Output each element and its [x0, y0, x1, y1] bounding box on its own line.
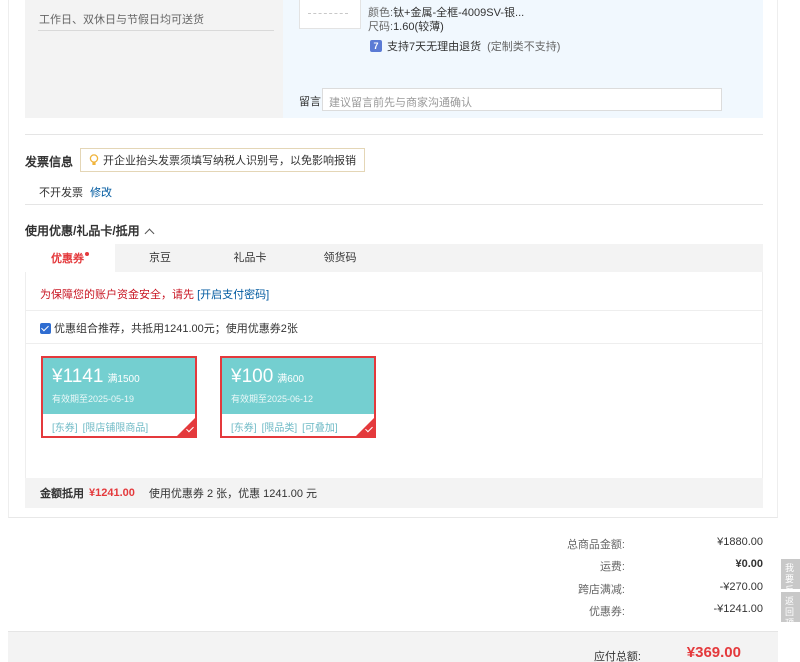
security-warning: 为保障您的账户资金安全，请先 [开启支付密码] [40, 286, 269, 302]
coupon-tags: [东券] [限品类] [可叠加] [222, 414, 374, 434]
return-policy-text: 支持7天无理由退货 [387, 41, 482, 53]
size-label: 尺码: [368, 21, 394, 33]
invoice-section-title: 发票信息 [25, 155, 74, 169]
coupon-condition: 满600 [277, 374, 304, 385]
size-value: 1.60(较薄) [393, 21, 444, 33]
total-label: 跨店满减: [577, 584, 625, 596]
back-to-top-button[interactable]: 返回顶部 [781, 592, 800, 622]
security-warning-text: 为保障您的账户资金安全，请先 [40, 289, 194, 301]
payable-label: 应付总额: [593, 651, 641, 662]
total-value: -¥1241.00 [713, 603, 763, 615]
product-thumbnail[interactable] [299, 0, 361, 29]
total-label: 总商品金额: [566, 539, 625, 551]
coupon-tag: [东券] [52, 423, 78, 434]
checkbox-checked-icon[interactable] [40, 322, 51, 334]
coupon-tag: [东券] [231, 423, 257, 434]
message-label: 留言: [299, 96, 325, 108]
coupon-card[interactable]: ¥100 满600 有效期至2025-06-12 [东券] [限品类] [可叠加] [220, 356, 376, 438]
discount-summary-amount: ¥1241.00 [89, 487, 135, 499]
coupon-amount: ¥100 [231, 366, 274, 387]
tab-gift-card[interactable]: 礼品卡 [205, 244, 295, 272]
total-value: ¥1880.00 [717, 536, 763, 548]
total-value: ¥0.00 [735, 558, 763, 570]
coupon-header: ¥100 满600 有效期至2025-06-12 [222, 358, 374, 414]
tab-pickup-code[interactable]: 领货码 [295, 244, 385, 272]
total-value: -¥270.00 [719, 581, 763, 593]
total-label: 优惠券: [588, 606, 625, 618]
combo-recommendation-text: 优惠组合推荐，共抵用1241.00元；使用优惠券2张 [54, 323, 298, 335]
payable-amount: ¥369.00 [686, 644, 741, 661]
coupon-tag: [可叠加] [302, 423, 338, 434]
section-divider [25, 204, 763, 205]
product-size-row: 尺码:1.60(较薄) [368, 18, 444, 34]
enable-pay-password-link[interactable]: [开启支付密码] [197, 289, 269, 301]
new-dot-icon [85, 252, 89, 256]
coupon-card[interactable]: ¥1141 满1500 有效期至2025-05-19 [东券] [限店铺限商品] [41, 356, 197, 438]
coupon-tag: [限店铺限商品] [82, 423, 149, 434]
invoice-tip-text: 开企业抬头发票须填写纳税人识别号，以免影响报销 [103, 155, 356, 167]
discount-tabs: 优惠券 京豆 礼品卡 领货码 [25, 244, 763, 272]
section-divider [25, 134, 763, 135]
return-policy-row: 7 支持7天无理由退货 (定制类不支持) [370, 38, 560, 54]
return-policy-note: (定制类不支持) [487, 41, 561, 53]
message-input[interactable]: 建议留言前先与商家沟通确认 [322, 88, 722, 111]
tab-label: 京豆 [149, 252, 171, 264]
discount-summary-label: 金额抵用 [40, 488, 84, 500]
discount-summary-detail: 使用优惠券 2 张，优惠 1241.00 元 [148, 488, 317, 500]
discount-section-toggle[interactable]: 使用优惠/礼品卡/抵用 [25, 222, 155, 239]
tab-jingdou[interactable]: 京豆 [115, 244, 205, 272]
coupon-condition: 满1500 [107, 374, 140, 385]
coupon-amount: ¥1141 [52, 366, 104, 387]
invoice-tip: 开企业抬头发票须填写纳税人识别号，以免影响报销 [80, 148, 365, 172]
seven-day-return-icon: 7 [370, 40, 382, 52]
coupon-expiry: 有效期至2025-05-19 [52, 394, 135, 404]
panel-divider [25, 310, 763, 311]
coupon-discount-row: 优惠券: -¥1241.00 [523, 603, 763, 619]
invoice-value: 不开发票 [39, 187, 83, 199]
cross-store-discount-row: 跨店满减: -¥270.00 [523, 581, 763, 597]
delivery-divider [38, 30, 274, 31]
product-image-icon [308, 4, 348, 14]
tab-coupons[interactable]: 优惠券 [25, 244, 115, 272]
total-goods-row: 总商品金额: ¥1880.00 [523, 536, 763, 552]
tab-label: 礼品卡 [233, 252, 267, 264]
discount-summary-bar: 金额抵用 ¥1241.00 使用优惠券 2 张，优惠 1241.00 元 [25, 478, 763, 508]
coupon-tag: [限品类] [261, 423, 298, 434]
invoice-value-row: 不开发票 修改 [39, 184, 112, 200]
shipping-fee-row: 运费: ¥0.00 [523, 558, 763, 574]
lightbulb-icon [89, 154, 99, 165]
coupon-expiry: 有效期至2025-06-12 [231, 394, 314, 404]
delivery-time-note: 工作日、双休日与节假日均可送货 [39, 14, 204, 26]
payable-bar: 应付总额: ¥369.00 [8, 631, 778, 662]
chevron-up-icon [144, 228, 155, 239]
feedback-button[interactable]: 我要反馈 [781, 559, 800, 589]
discount-section-title: 使用优惠/礼品卡/抵用 [25, 224, 140, 238]
coupon-header: ¥1141 满1500 有效期至2025-05-19 [43, 358, 195, 414]
tab-label: 优惠券 [51, 253, 84, 265]
invoice-edit-link[interactable]: 修改 [90, 187, 112, 199]
coupon-tags: [东券] [限店铺限商品] [43, 414, 195, 434]
tab-label: 领货码 [323, 252, 357, 264]
combo-recommendation[interactable]: 优惠组合推荐，共抵用1241.00元；使用优惠券2张 [40, 320, 298, 336]
panel-divider [25, 343, 763, 344]
total-label: 运费: [599, 561, 625, 573]
